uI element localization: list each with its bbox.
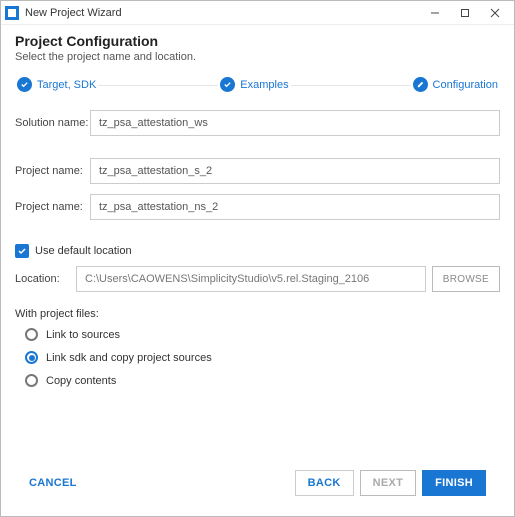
step-label: Configuration — [433, 79, 498, 91]
radio-unchecked-icon — [25, 328, 38, 341]
radio-label: Link sdk and copy project sources — [46, 352, 212, 364]
browse-button[interactable]: BROWSE — [432, 266, 500, 292]
step-target-sdk[interactable]: Target, SDK — [15, 77, 98, 92]
titlebar: New Project Wizard — [1, 1, 514, 25]
project-name-row-1: Project name: — [15, 158, 500, 184]
radio-unchecked-icon — [25, 374, 38, 387]
minimize-button[interactable] — [420, 2, 450, 24]
location-label: Location: — [15, 273, 70, 285]
footer: CANCEL BACK NEXT FINISH — [15, 460, 500, 506]
window-controls — [420, 2, 510, 24]
solution-name-label: Solution name: — [15, 117, 90, 129]
project-name-input-1[interactable] — [90, 158, 500, 184]
checkbox-checked-icon — [15, 244, 29, 258]
radio-label: Copy contents — [46, 375, 116, 387]
wizard-stepper: Target, SDK Examples Configuration — [15, 77, 500, 92]
back-button[interactable]: BACK — [295, 470, 354, 496]
project-name-row-2: Project name: — [15, 194, 500, 220]
location-row: Location: BROWSE — [15, 266, 500, 292]
project-name-label-1: Project name: — [15, 165, 90, 177]
check-icon — [17, 77, 32, 92]
wizard-window: New Project Wizard Project Configuration… — [0, 0, 515, 517]
footer-buttons: BACK NEXT FINISH — [295, 470, 486, 496]
window-title: New Project Wizard — [25, 7, 420, 19]
page-subtitle: Select the project name and location. — [15, 51, 500, 63]
radio-label: Link to sources — [46, 329, 120, 341]
radio-link-sdk-copy[interactable]: Link sdk and copy project sources — [25, 351, 500, 364]
project-name-input-2[interactable] — [90, 194, 500, 220]
radio-checked-icon — [25, 351, 38, 364]
step-configuration[interactable]: Configuration — [411, 77, 500, 92]
use-default-location-checkbox[interactable]: Use default location — [15, 244, 500, 258]
page-title: Project Configuration — [15, 33, 500, 49]
step-examples[interactable]: Examples — [218, 77, 290, 92]
project-name-label-2: Project name: — [15, 201, 90, 213]
radio-link-sources[interactable]: Link to sources — [25, 328, 500, 341]
solution-name-row: Solution name: — [15, 110, 500, 136]
project-files-radio-group: Link to sources Link sdk and copy projec… — [15, 328, 500, 387]
step-label: Examples — [240, 79, 288, 91]
radio-copy-contents[interactable]: Copy contents — [25, 374, 500, 387]
next-button[interactable]: NEXT — [360, 470, 417, 496]
check-icon — [220, 77, 235, 92]
app-icon — [5, 6, 19, 20]
close-button[interactable] — [480, 2, 510, 24]
maximize-button[interactable] — [450, 2, 480, 24]
pencil-icon — [413, 77, 428, 92]
finish-button[interactable]: FINISH — [422, 470, 486, 496]
step-label: Target, SDK — [37, 79, 96, 91]
location-input — [76, 266, 426, 292]
use-default-location-label: Use default location — [35, 245, 132, 257]
content-area: Project Configuration Select the project… — [1, 25, 514, 516]
project-files-label: With project files: — [15, 308, 500, 320]
solution-name-input[interactable] — [90, 110, 500, 136]
form: Solution name: Project name: Project nam… — [15, 110, 500, 387]
cancel-button[interactable]: CANCEL — [29, 477, 77, 489]
